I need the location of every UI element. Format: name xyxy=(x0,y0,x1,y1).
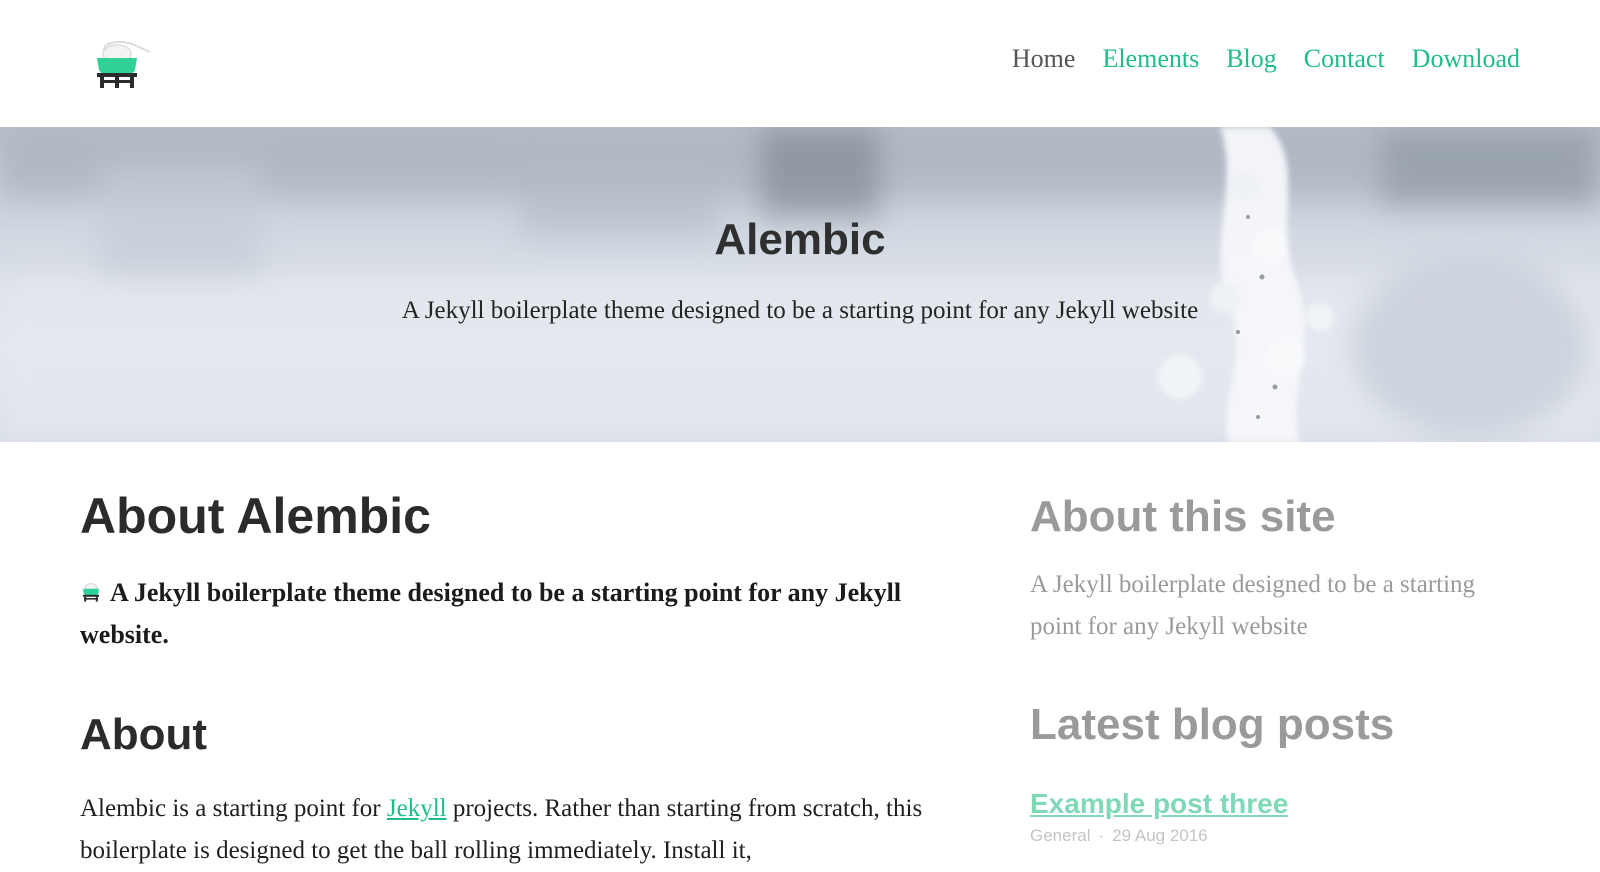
nav-home[interactable]: Home xyxy=(1012,44,1076,74)
lead-text: A Jekyll boilerplate theme designed to b… xyxy=(80,578,902,649)
alembic-small-icon xyxy=(83,583,99,602)
main-content: About Alembic A Jekyll boilerplate theme… xyxy=(80,442,980,872)
about-text-start: Alembic is a starting point for xyxy=(80,795,387,822)
nav-elements[interactable]: Elements xyxy=(1102,44,1199,74)
post-category[interactable]: General xyxy=(1030,826,1090,845)
post-link[interactable]: Example post three xyxy=(1030,788,1530,820)
alembic-logo-icon[interactable] xyxy=(90,36,154,96)
sidebar-about-text: A Jekyll boilerplate designed to be a st… xyxy=(1030,571,1476,640)
nav-contact[interactable]: Contact xyxy=(1304,44,1385,74)
hero-background-image xyxy=(0,127,1600,442)
post-meta: General · 29 Aug 2016 xyxy=(1030,826,1530,846)
page-heading: About Alembic xyxy=(80,488,431,544)
about-heading: About xyxy=(80,710,208,759)
hero-banner: Alembic A Jekyll boilerplate theme desig… xyxy=(0,127,1600,442)
sidebar-about-heading: About this site xyxy=(1030,492,1336,541)
post-date: 29 Aug 2016 xyxy=(1112,826,1208,845)
nav-download[interactable]: Download xyxy=(1412,44,1520,74)
hero-title: Alembic xyxy=(714,215,886,264)
sidebar: About this site A Jekyll boilerplate des… xyxy=(1030,442,1530,846)
hero-subtitle: A Jekyll boilerplate theme designed to b… xyxy=(401,297,1199,324)
jekyll-link[interactable]: Jekyll xyxy=(387,795,447,822)
latest-posts-heading: Latest blog posts xyxy=(1030,700,1395,749)
main-nav: Home Elements Blog Contact Download xyxy=(1012,44,1520,74)
nav-blog[interactable]: Blog xyxy=(1226,44,1277,74)
meta-separator: · xyxy=(1098,826,1105,845)
lead-paragraph: A Jekyll boilerplate theme designed to b… xyxy=(80,572,980,656)
about-paragraph: Alembic is a starting point for Jekyll p… xyxy=(80,788,980,872)
site-header: Home Elements Blog Contact Download xyxy=(0,0,1600,127)
